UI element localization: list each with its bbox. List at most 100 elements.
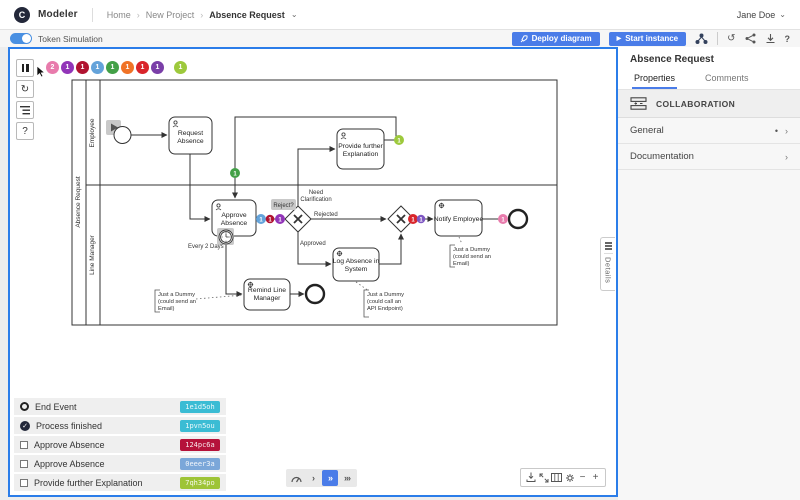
palette-token[interactable]: 1: [76, 61, 89, 74]
speed-fast-button[interactable]: ›››: [339, 470, 355, 486]
panel-row-general[interactable]: General • ›: [618, 118, 800, 144]
palette-token[interactable]: 1: [106, 61, 119, 74]
minimap-icon[interactable]: [550, 469, 563, 486]
user-name: Jane Doe: [737, 10, 776, 20]
user-menu[interactable]: Jane Doe ⌄: [737, 10, 786, 20]
header-divider: [92, 8, 93, 22]
deploy-diagram-button[interactable]: Deploy diagram: [512, 32, 600, 46]
breadcrumb: Home › New Project › Absence Request ⌄: [107, 10, 298, 20]
token-simulation-toggle[interactable]: [10, 33, 32, 44]
app-window: C Modeler Home › New Project › Absence R…: [0, 0, 800, 500]
end-event-main[interactable]: [509, 210, 527, 228]
refresh-icon: ↻: [21, 84, 29, 95]
details-tab[interactable]: Details: [600, 237, 615, 291]
palette-token[interactable]: 1: [61, 61, 74, 74]
edge-label: Every 2 Days: [188, 244, 224, 250]
gateway-label: Reject?: [273, 203, 294, 209]
element-id-badge: 7qh34po: [180, 477, 220, 489]
panel-row-documentation[interactable]: Documentation ›: [618, 144, 800, 170]
history-icon[interactable]: ↺: [727, 33, 735, 44]
log-entry[interactable]: Approve Absence 124pc6a: [14, 436, 226, 453]
toolbar-divider: [717, 32, 718, 45]
check-circle-icon: ✓: [20, 421, 30, 431]
reset-simulation-button[interactable]: ↻: [16, 80, 34, 98]
simulation-help-button[interactable]: ?: [16, 122, 34, 140]
dirty-dot-icon: •: [775, 126, 778, 136]
panel-tabs: Properties Comments: [618, 70, 800, 90]
end-event-remind[interactable]: [306, 285, 324, 303]
palette-token[interactable]: 2: [46, 61, 59, 74]
export-icon[interactable]: [524, 469, 537, 486]
zoom-out-button[interactable]: −: [576, 469, 589, 486]
task-label: Notify Employee: [434, 216, 484, 223]
lane-label-employee: Employee: [89, 118, 96, 147]
share-icon[interactable]: [745, 33, 756, 44]
breadcrumb-current[interactable]: Absence Request: [209, 10, 285, 20]
palette-token[interactable]: 1: [151, 61, 164, 74]
end-event-icon: [20, 402, 29, 411]
help-icon[interactable]: ?: [785, 34, 791, 44]
task-label: Approve: [221, 212, 247, 219]
sim-token: 1: [417, 215, 426, 224]
palette-token[interactable]: 1: [174, 61, 187, 74]
edge-label: Approved: [300, 241, 326, 247]
sim-token: 1: [275, 214, 285, 224]
simulation-speed-controls: › ›› ›››: [286, 469, 357, 487]
chevron-down-icon[interactable]: ⌄: [291, 10, 298, 19]
diagram-canvas[interactable]: Absence Request Employee Line Manager: [8, 47, 618, 497]
element-id-badge: 1e1d5oh: [180, 401, 220, 413]
breadcrumb-project[interactable]: New Project: [146, 10, 195, 20]
palette-token[interactable]: 1: [91, 61, 104, 74]
settings-icon[interactable]: [563, 469, 576, 486]
app-logo-icon: C: [14, 7, 30, 23]
details-tab-label: Details: [604, 257, 613, 283]
edge-label: Need: [309, 190, 323, 196]
breadcrumb-separator-icon: ›: [137, 10, 140, 20]
properties-icon: [605, 242, 612, 250]
toggle-log-button[interactable]: [16, 101, 34, 119]
pool-label: Absence Request: [75, 176, 82, 228]
log-icon: [20, 106, 30, 115]
speed-normal-button[interactable]: ››: [322, 470, 338, 486]
section-title: COLLABORATION: [656, 99, 735, 109]
start-instance-button[interactable]: ▶ Start instance: [609, 32, 687, 46]
task-label: Provide further: [338, 143, 383, 150]
annotation-text: (could call an: [367, 299, 401, 305]
annotation-text: API Endpoint): [367, 306, 403, 312]
sim-token: 1: [394, 135, 404, 145]
task-label: System: [345, 266, 368, 273]
panel-title: Absence Request: [618, 47, 800, 70]
pause-simulation-button[interactable]: [16, 59, 34, 77]
download-icon[interactable]: [765, 33, 776, 44]
task-label: Absence: [221, 220, 248, 227]
sim-token: 1: [256, 214, 266, 224]
cluster-icon[interactable]: [695, 33, 708, 45]
checkbox-icon[interactable]: [20, 479, 28, 487]
palette-token[interactable]: 1: [136, 61, 149, 74]
mouse-cursor: [36, 65, 46, 78]
lane-label-line-manager: Line Manager: [89, 234, 96, 275]
breadcrumb-home[interactable]: Home: [107, 10, 131, 20]
zoom-in-button[interactable]: +: [589, 469, 602, 486]
checkbox-icon[interactable]: [20, 441, 28, 449]
sim-token: 1: [408, 214, 418, 224]
app-name: Modeler: [38, 9, 78, 20]
task-label: Absence: [177, 138, 204, 145]
log-entry[interactable]: End Event 1e1d5oh: [14, 398, 226, 415]
tab-comments[interactable]: Comments: [703, 70, 751, 89]
chevron-down-icon: ⌄: [779, 10, 786, 19]
collaboration-icon: [630, 97, 647, 110]
fit-view-icon[interactable]: [537, 469, 550, 486]
log-entry[interactable]: Provide further Explanation 7qh34po: [14, 474, 226, 491]
properties-panel: Absence Request Properties Comments COLL…: [618, 47, 800, 500]
pause-icon: [22, 64, 29, 72]
speed-slow-button[interactable]: ›: [305, 470, 321, 486]
log-entry[interactable]: Approve Absence 0eeer3a: [14, 455, 226, 472]
annotation-text: Just a Dummy: [367, 292, 404, 298]
checkbox-icon[interactable]: [20, 460, 28, 468]
palette-token[interactable]: 1: [121, 61, 134, 74]
log-entry[interactable]: ✓ Process finished 1pvn5ou: [14, 417, 226, 434]
token-simulation-label: Token Simulation: [38, 34, 103, 44]
tab-properties[interactable]: Properties: [632, 70, 677, 89]
start-event[interactable]: [114, 127, 131, 144]
